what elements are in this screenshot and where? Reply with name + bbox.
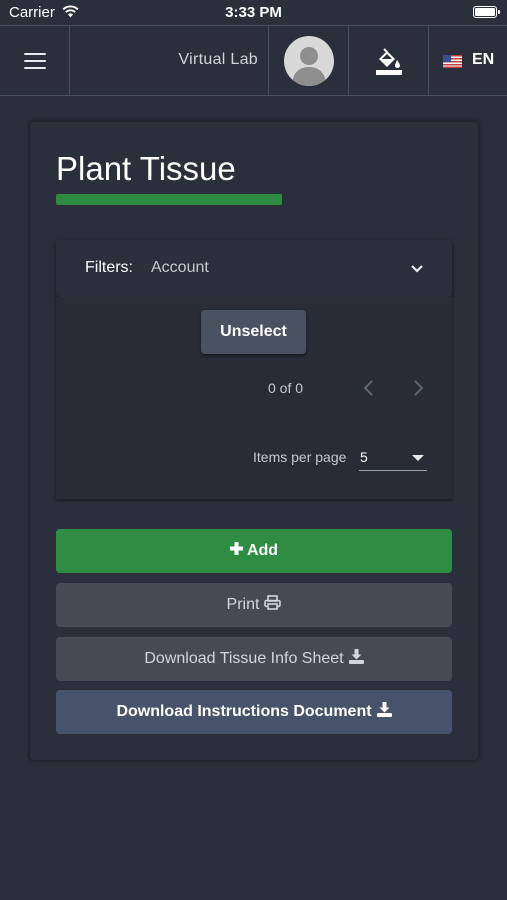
download-instructions-button[interactable]: Download Instructions Document [56, 690, 452, 734]
previous-page-icon[interactable] [359, 377, 379, 399]
download-tissue-info-button[interactable]: Download Tissue Info Sheet [56, 637, 452, 681]
download-icon [376, 702, 392, 718]
filters-label: Filters: [85, 259, 133, 276]
print-button-label: Print [226, 596, 260, 613]
menu-button[interactable] [0, 26, 70, 95]
download-instructions-label: Download Instructions Document [116, 703, 372, 720]
status-bar: Carrier 3:33 PM [0, 0, 507, 25]
results-table: Unselect 0 of 0 Items per page 5 [56, 297, 452, 499]
plus-icon [229, 542, 243, 556]
next-page-icon[interactable] [408, 377, 428, 399]
avatar [284, 36, 334, 86]
language-label: EN [472, 51, 495, 68]
print-button[interactable]: Print [56, 583, 452, 627]
clock: 3:33 PM [225, 4, 282, 21]
add-button[interactable]: Add [56, 529, 452, 573]
unselect-button[interactable]: Unselect [201, 310, 306, 354]
user-silhouette-icon [292, 47, 326, 86]
items-per-page-label: Items per page [253, 449, 347, 465]
pagination-range: 0 of 0 [268, 380, 304, 396]
language-button[interactable]: EN [429, 26, 507, 95]
filters-value: Account [151, 259, 209, 276]
chevron-down-icon [411, 265, 423, 273]
download-tissue-info-label: Download Tissue Info Sheet [144, 650, 344, 667]
battery-icon [473, 6, 500, 18]
theme-button[interactable] [349, 26, 429, 95]
title-underline [56, 194, 282, 205]
download-icon [348, 649, 364, 665]
profile-button[interactable] [269, 26, 349, 95]
hamburger-menu-icon [24, 53, 46, 69]
app-title-cell: Virtual Lab [70, 26, 269, 95]
items-per-page-select[interactable]: 5 [359, 443, 427, 471]
printer-icon [264, 595, 282, 611]
us-flag-icon [443, 55, 462, 68]
app-header: Virtual Lab EN [0, 25, 507, 96]
app-title: Virtual Lab [178, 51, 258, 68]
dropdown-arrow-icon [412, 455, 424, 461]
filters-expander[interactable]: Filters: Account [56, 240, 452, 297]
add-button-label: Add [246, 542, 279, 559]
paint-bucket-icon [376, 48, 402, 75]
content-card: Plant Tissue Filters: Account Unselect 0… [30, 122, 478, 760]
items-per-page-value: 5 [360, 449, 368, 465]
page-title: Plant Tissue [56, 150, 236, 187]
